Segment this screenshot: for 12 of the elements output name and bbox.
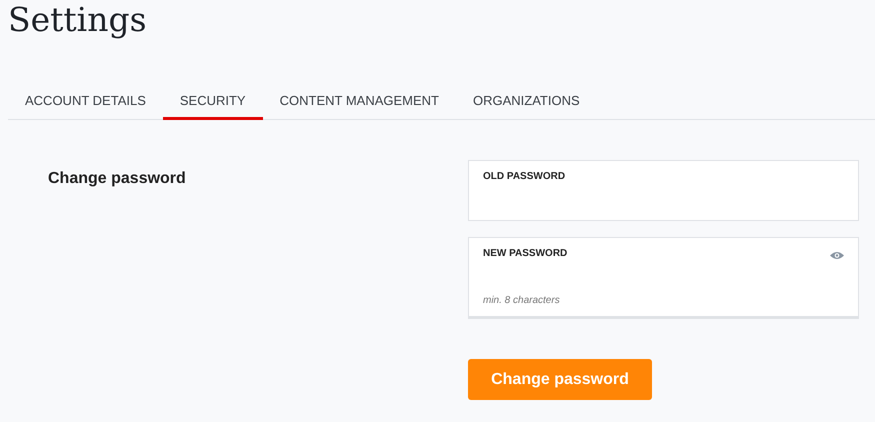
field-hint: min. 8 characters xyxy=(483,294,560,308)
eye-icon[interactable] xyxy=(830,251,844,260)
tab[interactable]: CONTENT MANAGEMENT xyxy=(262,84,456,120)
tab[interactable]: ORGANIZATIONS xyxy=(456,84,597,120)
section-title: Change password xyxy=(48,169,187,189)
password-field[interactable]: NEW PASSWORD min. 8 characters xyxy=(468,237,859,319)
page-title: Settings xyxy=(8,0,147,40)
field-label: NEW PASSWORD xyxy=(483,247,568,261)
field-label: OLD PASSWORD xyxy=(483,170,566,184)
password-field[interactable]: OLD PASSWORD xyxy=(468,160,859,221)
tab[interactable]: SECURITY xyxy=(162,84,263,120)
tab[interactable]: ACCOUNT DETAILS xyxy=(8,84,163,120)
